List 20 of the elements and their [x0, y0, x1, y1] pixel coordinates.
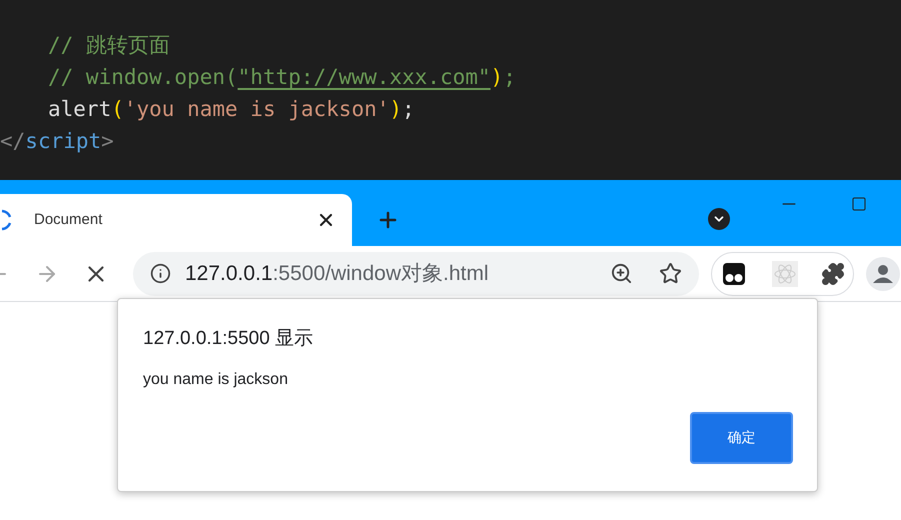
site-info-icon[interactable]: [150, 263, 171, 284]
tab-title: Document: [34, 210, 102, 230]
dialog-title: 127.0.0.1:5500 显示: [143, 327, 314, 351]
profile-avatar-icon[interactable]: [866, 256, 900, 290]
ok-button[interactable]: 确定: [690, 412, 793, 464]
loading-spinner-icon: [0, 209, 12, 231]
code-line: alert('you name is jackson');: [48, 96, 415, 123]
bookmark-star-icon[interactable]: [659, 262, 682, 285]
url-text: 127.0.0.1:5500/window对象.html: [185, 260, 489, 287]
code-line: // window.open("http://www.xxx.com");: [48, 64, 516, 91]
extension-eyes-icon[interactable]: [722, 262, 746, 286]
code-line: // 跳转页面: [48, 32, 170, 59]
maximize-icon[interactable]: [851, 196, 867, 212]
extensions-puzzle-icon[interactable]: [821, 262, 845, 286]
browser-tab[interactable]: Document: [0, 194, 352, 246]
tab-search-icon[interactable]: [708, 208, 730, 230]
code-line: </script>: [0, 128, 114, 155]
address-bar[interactable]: 127.0.0.1:5500/window对象.html: [133, 252, 699, 296]
dialog-message: you name is jackson: [143, 370, 289, 390]
zoom-icon[interactable]: [610, 262, 633, 285]
